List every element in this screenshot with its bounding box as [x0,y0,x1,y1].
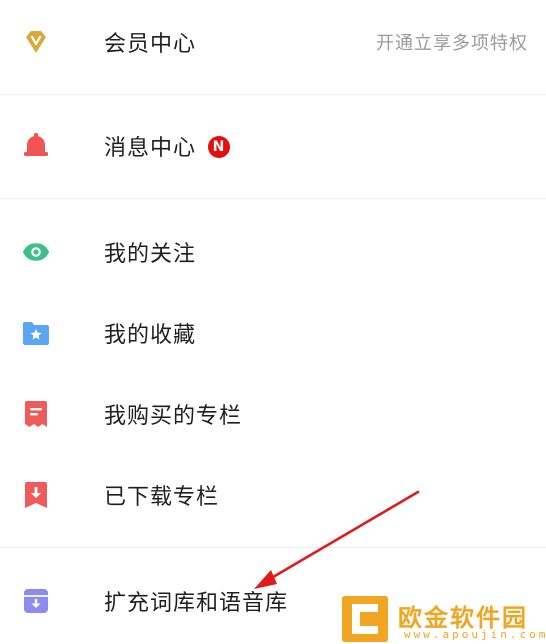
menu-item-label: 我的收藏 [104,323,197,348]
menu-item-label: 扩充词库和语音库 [104,591,289,616]
divider [0,547,546,548]
menu-item-downloaded-columns[interactable]: 已下载专栏 [0,455,546,535]
watermark-logo: 欧金软件园 www.apoujin.com [342,596,546,644]
menu-item-label: 会员中心 [104,32,197,57]
watermark-logo-mark [342,596,388,642]
settings-menu-page: 会员中心 开通立享多项特权 消息中心 N 我的关注 我的收藏 我购买的专栏 已下… [0,0,546,644]
receipt-icon [22,400,50,428]
menu-item-messages[interactable]: 消息中心 N [0,106,546,186]
star-folder-icon [22,319,50,347]
archive-download-icon [22,587,50,615]
diamond-v-icon [22,28,50,56]
menu-item-label: 我的关注 [104,242,197,267]
menu-item-following[interactable]: 我的关注 [0,212,546,292]
messages-label-text: 消息中心 [104,136,197,161]
menu-item-label: 我购买的专栏 [104,404,243,429]
eye-icon [22,238,50,266]
menu-item-label: 已下载专栏 [104,485,220,510]
menu-item-purchased-columns[interactable]: 我购买的专栏 [0,374,546,454]
watermark-url: www.apoujin.com [404,628,546,641]
menu-item-favorites[interactable]: 我的收藏 [0,293,546,373]
bell-icon [22,132,50,160]
vip-promo-text: 开通立享多项特权 [376,33,528,54]
menu-item-label: 消息中心 N [104,130,231,162]
download-bookmark-icon [22,481,50,509]
divider [0,198,546,199]
menu-item-vip[interactable]: 会员中心 开通立享多项特权 [0,2,546,82]
divider [0,94,546,95]
new-badge: N [208,136,231,158]
